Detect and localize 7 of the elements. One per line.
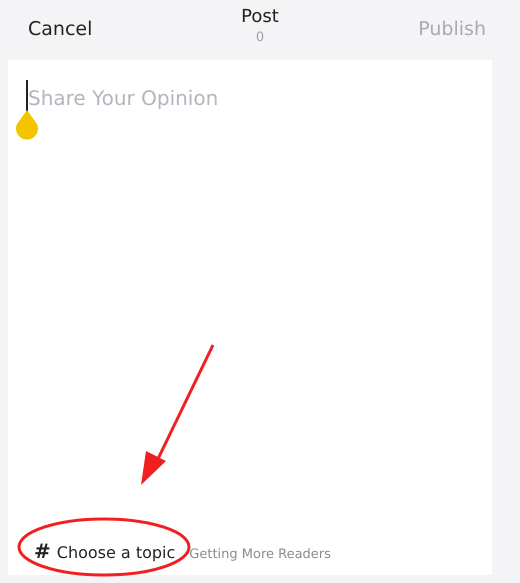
cancel-button[interactable]: Cancel [28, 18, 92, 40]
annotation-ellipse-icon [16, 515, 192, 579]
post-title: Post [241, 6, 279, 27]
hashtag-icon: # [34, 539, 51, 563]
opinion-field[interactable]: Share Your Opinion # Choose a topic Getting More Readers [8, 60, 492, 575]
character-count: 0 [256, 30, 264, 45]
hint-text: Getting More Readers [189, 547, 331, 562]
